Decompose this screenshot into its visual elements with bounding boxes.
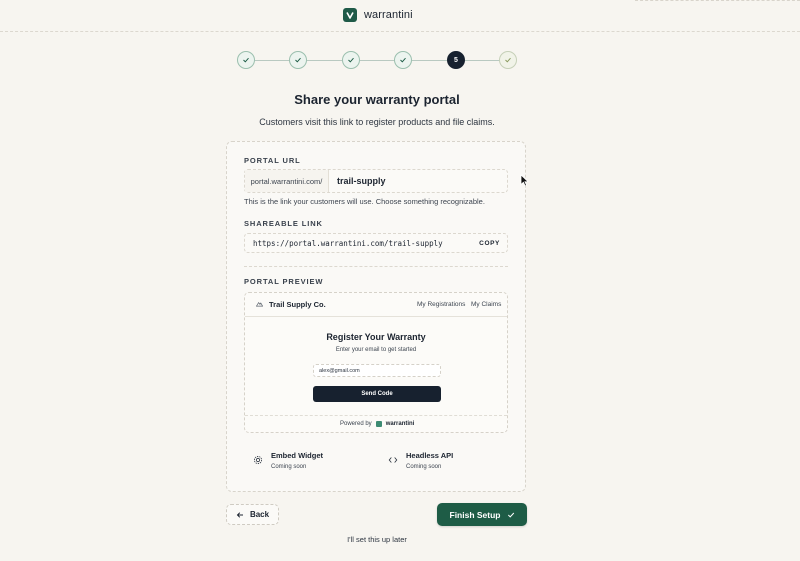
step-connector [307,60,342,61]
copy-button[interactable]: COPY [479,240,500,247]
skip-setup-link[interactable]: I'll set this up later [0,535,754,544]
brand-logo-icon [343,8,357,22]
check-icon [295,57,301,63]
preview-title: Register Your Warranty [326,332,426,342]
check-icon [505,57,511,63]
step-1-completed [237,51,255,69]
preview-email-field: alex@gmail.com [313,364,441,377]
embed-widget-status: Coming soon [271,464,307,470]
shareable-link-field: https://portal.warrantini.com/trail-supp… [244,233,508,253]
mouse-cursor-icon [520,174,529,187]
powered-by: Powered by warrantini [340,421,414,427]
brand-name: warrantini [364,9,413,21]
page-title: Share your warranty portal [294,92,460,107]
url-prefix: portal.warrantini.com/ [245,170,329,192]
check-icon [243,57,249,63]
preview-nav-registrations: My Registrations [417,301,466,308]
powered-by-text: Powered by [340,421,372,427]
preview-footer: Powered by warrantini [245,415,507,434]
preview-company-name: Trail Supply Co. [269,300,326,309]
gear-icon [253,455,263,465]
progress-stepper: 5 [237,51,517,69]
embed-widget-title: Embed Widget [271,451,324,460]
preview-send-code-button: Send Code [313,386,441,402]
embed-widget-option: Embed Widget Coming soon [253,451,323,470]
headless-api-title: Headless API [406,451,454,460]
preview-header: Trail Supply Co. My Registrations My Cla… [245,293,507,317]
shareable-link-url[interactable]: https://portal.warrantini.com/trail-supp… [253,239,443,248]
step-4-completed [394,51,412,69]
step-connector [360,60,394,61]
check-icon [400,57,406,63]
top-bar-divider [635,0,800,1]
preview-subtitle: Enter your email to get started [335,347,417,353]
powered-by-brand: warrantini [385,421,415,427]
page-subtitle: Customers visit this link to register pr… [259,117,495,127]
brand: warrantini [343,7,413,23]
headless-api-option: Headless API Coming soon [388,451,453,470]
top-bar: warrantini [0,0,800,32]
step-connector [255,60,289,61]
headless-api-status: Coming soon [406,464,442,470]
brand-logo-icon [375,421,382,427]
shareable-link-label: SHAREABLE LINK [244,219,323,228]
check-icon [348,57,354,63]
step-5-current: 5 [447,51,465,69]
preview-nav-claims: My Claims [471,301,502,308]
step-3-completed [342,51,360,69]
section-divider [244,266,508,267]
portal-url-field: portal.warrantini.com/ [244,169,508,193]
portal-slug-input[interactable] [329,170,507,192]
code-icon [388,457,398,463]
step-connector [412,60,447,61]
portal-preview-label: PORTAL PREVIEW [244,277,324,286]
finish-setup-label: Finish Setup [449,509,501,520]
back-button[interactable]: Back [226,504,279,525]
arrow-left-icon [236,511,243,518]
finish-setup-button[interactable]: Finish Setup [437,503,527,526]
check-icon [507,512,514,518]
back-label: Back [249,510,270,519]
portal-preview: Trail Supply Co. My Registrations My Cla… [244,292,508,433]
step-connector [465,60,500,61]
step-6-pending [499,51,517,69]
portal-url-help: This is the link your customers will use… [244,197,485,206]
portal-url-label: PORTAL URL [244,156,301,165]
step-2-completed [289,51,307,69]
mountain-icon [255,300,264,309]
